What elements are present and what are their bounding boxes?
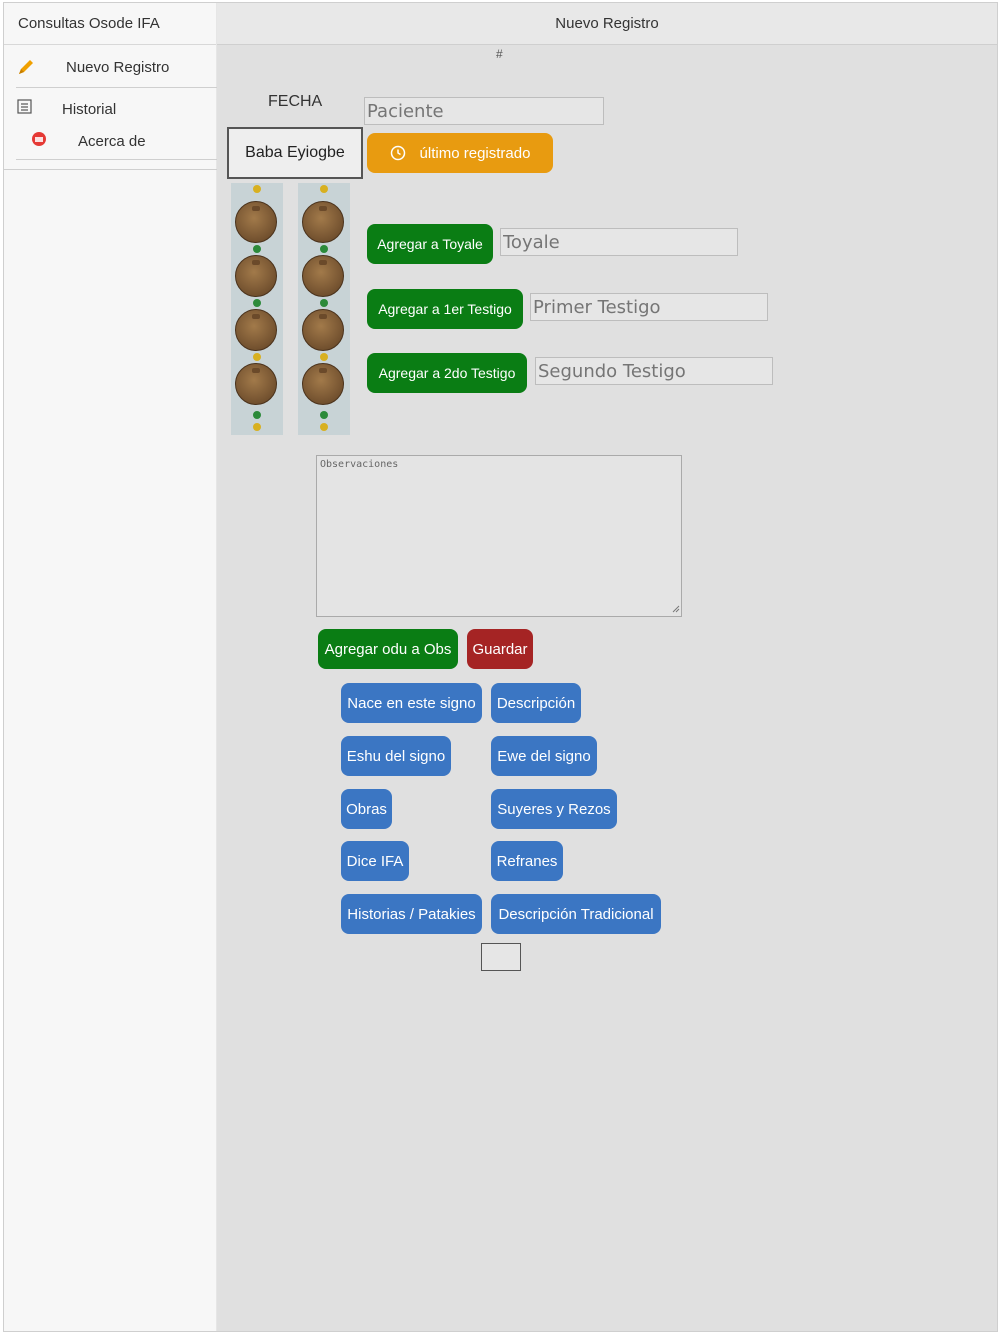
dice-ifa-button[interactable]: Dice IFA	[341, 841, 409, 881]
seed-icon	[302, 363, 344, 405]
sidebar-item-label: Historial	[62, 101, 117, 118]
paciente-input[interactable]	[364, 97, 604, 125]
toyale-input[interactable]	[500, 228, 738, 256]
info-badge-icon	[31, 131, 47, 151]
bead	[320, 423, 328, 431]
seed-icon	[235, 201, 277, 243]
app-window: Consultas Osode IFA Nuevo Registro Histo…	[3, 2, 998, 1332]
bead	[320, 299, 328, 307]
sidebar-item-nuevo-registro[interactable]: Nuevo Registro	[4, 47, 217, 87]
empty-box[interactable]	[481, 943, 521, 971]
bead	[253, 423, 261, 431]
obras-button[interactable]: Obras	[341, 789, 392, 829]
bead	[320, 411, 328, 419]
last-registered-button[interactable]: último registrado	[367, 133, 553, 173]
bead	[320, 353, 328, 361]
save-button[interactable]: Guardar	[467, 629, 533, 669]
sidebar-divider	[4, 169, 217, 170]
sign-name-display[interactable]: Baba Eyiogbe	[227, 127, 363, 179]
opele-chain-right	[298, 183, 350, 435]
bead	[253, 245, 261, 253]
sidebar-item-historial[interactable]: Historial	[4, 89, 217, 125]
bead	[253, 411, 261, 419]
bead	[253, 353, 261, 361]
sidebar-item-acerca-de[interactable]: Acerca de	[4, 125, 217, 159]
seed-icon	[302, 255, 344, 297]
sidebar-item-label: Nuevo Registro	[66, 59, 170, 76]
list-icon	[17, 99, 33, 119]
eshu-del-signo-button[interactable]: Eshu del signo	[341, 736, 451, 776]
seed-icon	[235, 363, 277, 405]
add-testigo1-button[interactable]: Agregar a 1er Testigo	[367, 289, 523, 329]
opele-chain-left	[231, 183, 283, 435]
sidebar-divider	[16, 159, 217, 160]
descripcion-button[interactable]: Descripción	[491, 683, 581, 723]
refranes-button[interactable]: Refranes	[491, 841, 563, 881]
sidebar-title: Consultas Osode IFA	[4, 3, 216, 45]
sidebar-divider	[16, 87, 217, 88]
observaciones-textarea[interactable]	[316, 455, 682, 617]
bead	[320, 245, 328, 253]
bead	[253, 299, 261, 307]
seed-icon	[235, 255, 277, 297]
ewe-del-signo-button[interactable]: Ewe del signo	[491, 736, 597, 776]
fecha-label: FECHA	[268, 93, 323, 110]
suyeres-y-rezos-button[interactable]: Suyeres y Rezos	[491, 789, 617, 829]
seed-icon	[302, 201, 344, 243]
nace-en-este-signo-button[interactable]: Nace en este signo	[341, 683, 482, 723]
bead	[253, 185, 261, 193]
add-odu-to-obs-button[interactable]: Agregar odu a Obs	[318, 629, 458, 669]
historias-patakies-button[interactable]: Historias / Patakies	[341, 894, 482, 934]
add-toyale-button[interactable]: Agregar a Toyale	[367, 224, 493, 264]
seed-icon	[302, 309, 344, 351]
sidebar-item-label: Acerca de	[78, 133, 146, 150]
descripcion-tradicional-button[interactable]: Descripción Tradicional	[491, 894, 661, 934]
resize-grip-icon[interactable]	[672, 605, 680, 613]
testigo1-input[interactable]	[530, 293, 768, 321]
testigo2-input[interactable]	[535, 357, 773, 385]
sidebar: Consultas Osode IFA Nuevo Registro Histo…	[4, 3, 217, 1331]
add-testigo2-button[interactable]: Agregar a 2do Testigo	[367, 353, 527, 393]
bead	[320, 185, 328, 193]
seed-icon	[235, 309, 277, 351]
record-number: #	[496, 47, 503, 61]
clock-icon	[390, 145, 406, 161]
pencil-icon	[16, 57, 36, 81]
page-title: Nuevo Registro	[217, 3, 997, 45]
last-registered-label: último registrado	[419, 144, 531, 162]
